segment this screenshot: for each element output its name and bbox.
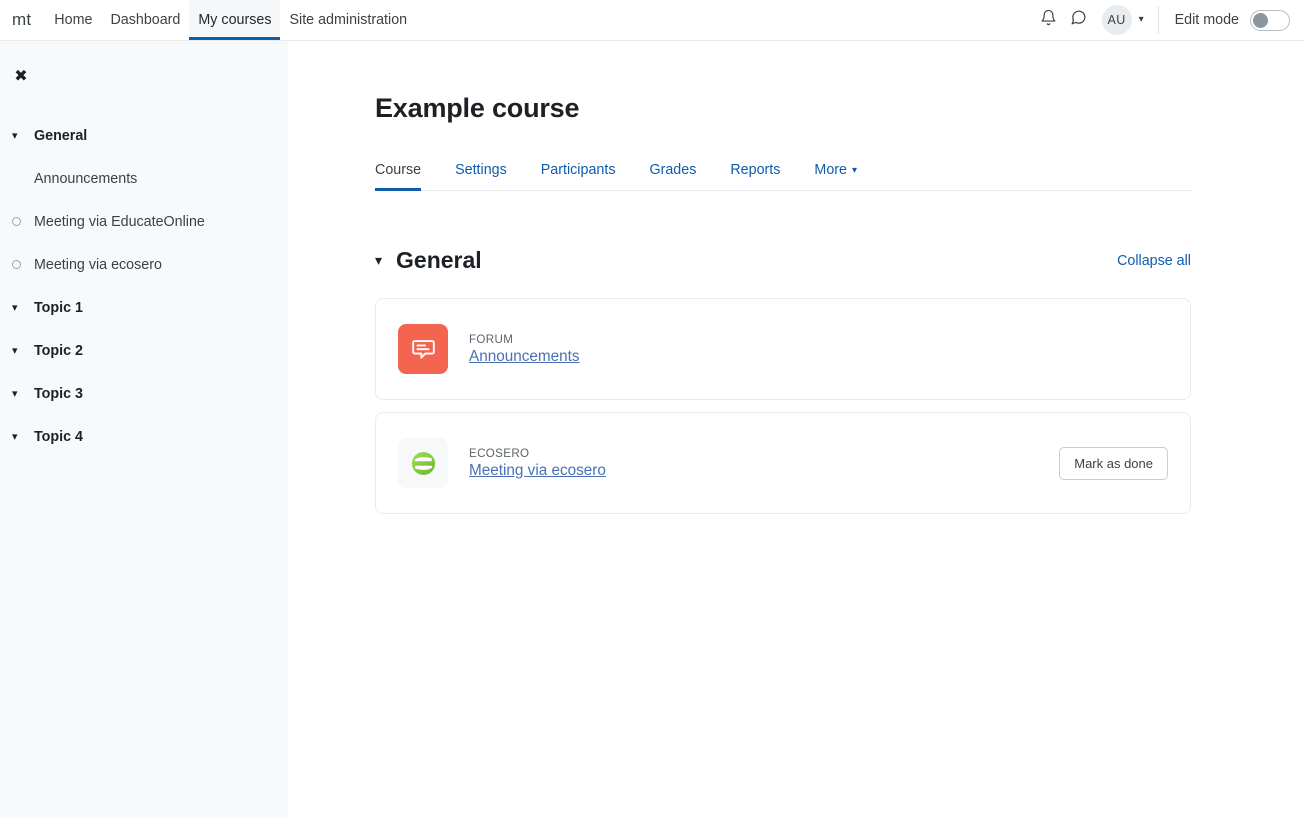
nav-right-group: AU ▾ Edit mode — [1034, 0, 1304, 40]
sidebar-item-label: Topic 2 — [34, 343, 83, 359]
edit-mode-toggle[interactable] — [1250, 10, 1290, 31]
primary-nav-links: Home Dashboard My courses Site administr… — [45, 0, 416, 40]
main-content-region: Example course Course Settings Participa… — [288, 41, 1304, 818]
sidebar-item-label: Topic 4 — [34, 429, 83, 445]
course-index-list: ▾ General Announcements Meeting via Educ… — [0, 114, 288, 458]
activity-type-label: ECOSERO — [469, 447, 606, 460]
forum-icon — [398, 324, 448, 374]
messages-button[interactable] — [1064, 5, 1094, 35]
activity-text-block: ECOSERO Meeting via ecosero — [469, 447, 606, 480]
tab-label: More — [814, 162, 847, 178]
notifications-button[interactable] — [1034, 5, 1064, 35]
sidebar-item-meeting-via-educateonline[interactable]: Meeting via EducateOnline — [0, 200, 288, 243]
avatar: AU — [1102, 5, 1132, 35]
sidebar-item-label: Topic 1 — [34, 300, 83, 316]
sidebar-item-topic-1[interactable]: ▾ Topic 1 — [0, 286, 288, 329]
sidebar-item-topic-2[interactable]: ▾ Topic 2 — [0, 329, 288, 372]
course-content: Example course Course Settings Participa… — [288, 41, 1304, 514]
sidebar-item-label: General — [34, 128, 87, 144]
activity-card-meeting-via-ecosero[interactable]: ECOSERO Meeting via ecosero Mark as done — [375, 412, 1191, 514]
chevron-down-icon: ▾ — [852, 166, 857, 178]
course-index-sidebar: ✖ ▾ General Announcements Meeting via Ed… — [0, 41, 288, 818]
chevron-down-icon[interactable]: ▾ — [12, 344, 34, 357]
chevron-down-icon[interactable]: ▾ — [12, 301, 34, 314]
collapse-all-button[interactable]: Collapse all — [1117, 253, 1191, 269]
tab-settings[interactable]: Settings — [438, 162, 524, 190]
tab-participants[interactable]: Participants — [524, 162, 633, 190]
tab-more[interactable]: More ▾ — [797, 162, 874, 190]
page-title: Example course — [375, 93, 1191, 124]
edit-mode-control[interactable]: Edit mode — [1175, 10, 1290, 31]
edit-mode-label: Edit mode — [1175, 12, 1239, 28]
chevron-down-icon[interactable]: ▾ — [12, 129, 34, 142]
nav-divider — [1158, 6, 1159, 34]
tab-label: Reports — [730, 162, 780, 178]
ecosero-icon — [398, 438, 448, 488]
activity-name-link[interactable]: Meeting via ecosero — [469, 462, 606, 480]
sidebar-item-topic-4[interactable]: ▾ Topic 4 — [0, 415, 288, 458]
tab-label: Course — [375, 162, 421, 178]
activity-name-link[interactable]: Announcements — [469, 348, 580, 366]
chevron-down-icon[interactable]: ▾ — [12, 430, 34, 443]
site-brand[interactable]: mt — [0, 0, 45, 40]
sidebar-item-label: Announcements — [34, 171, 137, 187]
sidebar-item-label: Meeting via ecosero — [34, 257, 162, 273]
sidebar-item-general[interactable]: ▾ General — [0, 114, 288, 157]
chevron-down-icon[interactable]: ▾ — [12, 387, 34, 400]
close-drawer-button[interactable]: ✖ — [6, 61, 36, 91]
tab-course[interactable]: Course — [375, 162, 438, 190]
nav-link-home[interactable]: Home — [45, 0, 101, 40]
activity-text-block: FORUM Announcements — [469, 333, 580, 366]
sidebar-item-announcements[interactable]: Announcements — [0, 157, 288, 200]
nav-link-my-courses[interactable]: My courses — [189, 0, 280, 40]
activity-type-label: FORUM — [469, 333, 580, 346]
activity-card-announcements[interactable]: FORUM Announcements — [375, 298, 1191, 400]
tab-grades[interactable]: Grades — [632, 162, 713, 190]
completion-circle-icon — [12, 260, 34, 269]
chevron-down-icon[interactable]: ▾ — [375, 252, 382, 269]
sidebar-item-topic-3[interactable]: ▾ Topic 3 — [0, 372, 288, 415]
chevron-down-icon: ▾ — [1139, 15, 1144, 25]
nav-link-dashboard[interactable]: Dashboard — [101, 0, 189, 40]
course-tab-bar: Course Settings Participants Grades Repo… — [375, 146, 1191, 191]
section-title: General — [396, 247, 482, 274]
sidebar-item-meeting-via-ecosero[interactable]: Meeting via ecosero — [0, 243, 288, 286]
completion-circle-icon — [12, 217, 34, 226]
user-menu-button[interactable]: AU ▾ — [1102, 5, 1144, 35]
sidebar-item-label: Topic 3 — [34, 386, 83, 402]
close-icon: ✖ — [14, 66, 27, 86]
toggle-knob — [1253, 13, 1268, 28]
bell-icon — [1040, 9, 1057, 31]
mark-as-done-button[interactable]: Mark as done — [1059, 447, 1168, 480]
tab-label: Participants — [541, 162, 616, 178]
tab-label: Settings — [455, 162, 507, 178]
sidebar-item-label: Meeting via EducateOnline — [34, 214, 205, 230]
tab-reports[interactable]: Reports — [713, 162, 797, 190]
tab-label: Grades — [649, 162, 696, 178]
nav-link-site-administration[interactable]: Site administration — [280, 0, 416, 40]
top-navigation-bar: mt Home Dashboard My courses Site admini… — [0, 0, 1304, 41]
section-header-general: ▾ General Collapse all — [375, 247, 1191, 274]
message-bubble-icon — [1070, 9, 1087, 31]
